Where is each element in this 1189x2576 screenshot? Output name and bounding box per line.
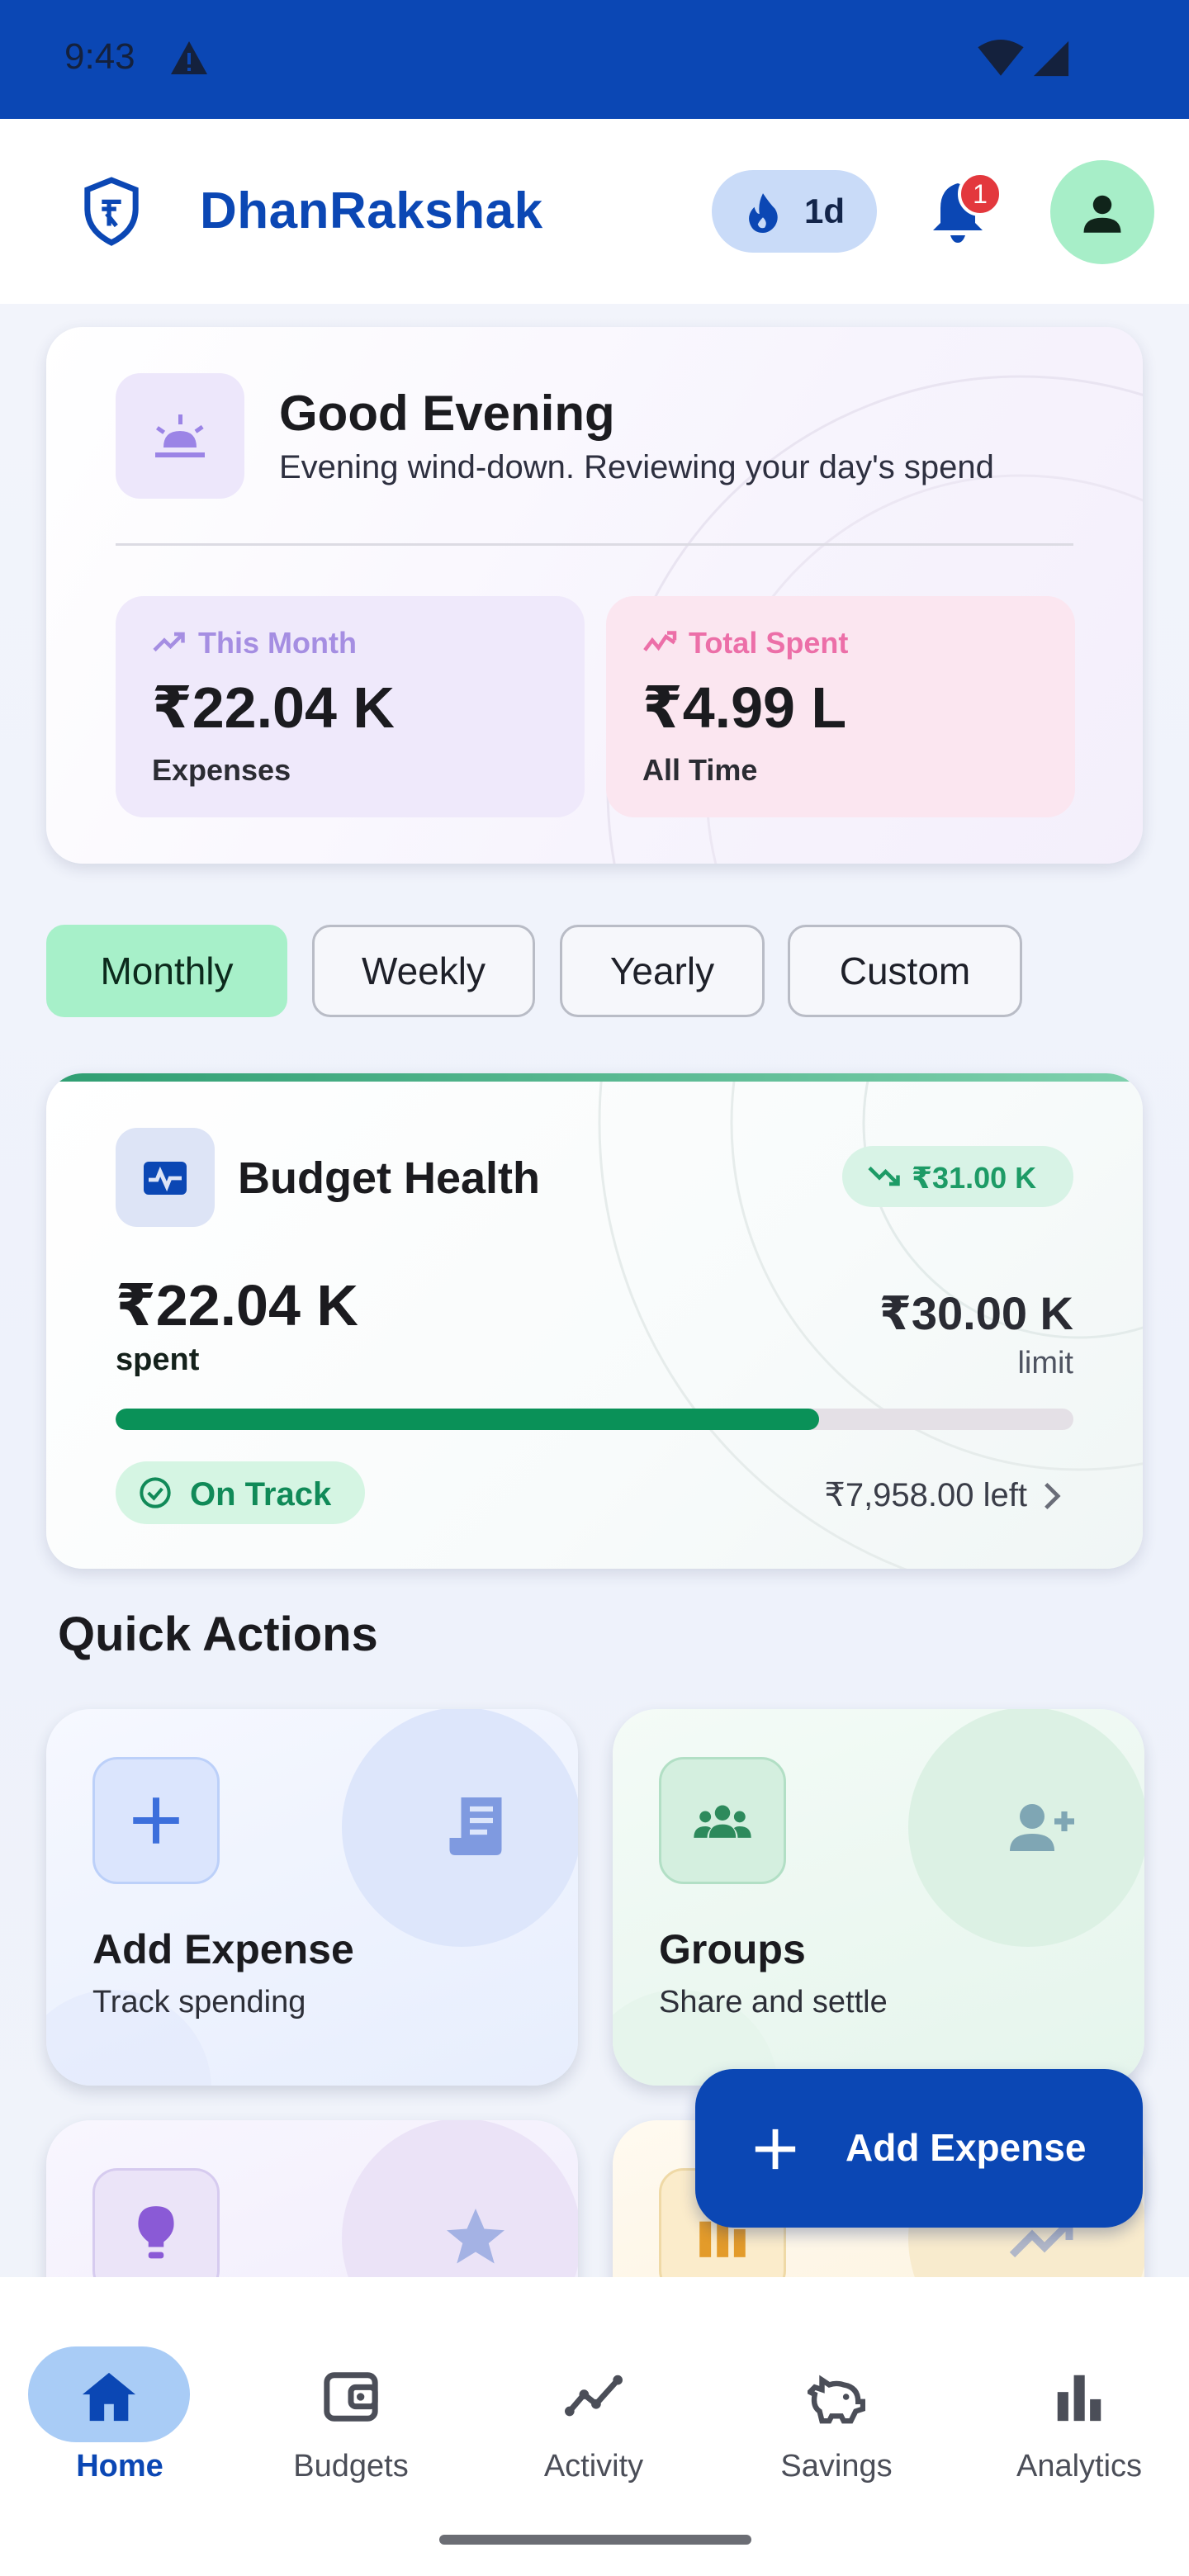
stat-caption: All Time bbox=[642, 753, 758, 787]
limit-amount: ₹30.00 K bbox=[879, 1287, 1073, 1339]
signal-icon bbox=[1033, 40, 1069, 77]
stat-caption: Expenses bbox=[152, 753, 291, 787]
trend-amount: ₹31.00 K bbox=[912, 1161, 1037, 1195]
status-badge: On Track bbox=[116, 1461, 365, 1524]
nav-home[interactable]: Home bbox=[0, 2312, 239, 2484]
wallet-icon bbox=[324, 2372, 378, 2422]
add-expense-action[interactable]: Add Expense Track spending bbox=[46, 1709, 578, 2086]
filter-weekly[interactable]: Weekly bbox=[312, 925, 535, 1017]
quick-actions-title: Quick Actions bbox=[58, 1608, 378, 1661]
stat-value: ₹4.99 L bbox=[642, 675, 847, 740]
budget-title: Budget Health bbox=[238, 1153, 541, 1203]
person-icon bbox=[1083, 195, 1121, 233]
receipt-icon bbox=[449, 1797, 502, 1855]
action-subtitle: Share and settle bbox=[659, 1985, 888, 2020]
budget-trend-pill: ₹31.00 K bbox=[842, 1146, 1073, 1207]
lightbulb-icon bbox=[138, 2206, 174, 2259]
divider bbox=[116, 543, 1073, 546]
stat-label: Total Spent bbox=[689, 626, 849, 660]
filter-monthly[interactable]: Monthly bbox=[46, 925, 287, 1017]
add-expense-fab[interactable]: Add Expense bbox=[695, 2069, 1143, 2228]
filter-yearly[interactable]: Yearly bbox=[560, 925, 765, 1017]
notification-badge: 1 bbox=[958, 172, 1002, 216]
sunset-icon-box bbox=[116, 373, 244, 499]
groups-icon bbox=[694, 1805, 751, 1838]
activity-icon bbox=[565, 2375, 623, 2417]
action-title: Groups bbox=[659, 1926, 806, 1972]
greeting-card: Good Evening Evening wind-down. Reviewin… bbox=[46, 327, 1143, 864]
action-subtitle: Track spending bbox=[92, 1985, 306, 2020]
fab-label: Add Expense bbox=[846, 2126, 1087, 2169]
spent-label: spent bbox=[116, 1342, 200, 1377]
budget-icon-box bbox=[116, 1128, 215, 1227]
trending-up-icon bbox=[153, 632, 185, 652]
groups-icon-box bbox=[659, 1757, 786, 1884]
star-icon bbox=[447, 2209, 504, 2264]
nav-label: Analytics bbox=[1016, 2449, 1143, 2484]
filter-custom[interactable]: Custom bbox=[788, 925, 1022, 1017]
warning-icon bbox=[171, 41, 207, 74]
home-content[interactable]: Good Evening Evening wind-down. Reviewin… bbox=[0, 304, 1189, 2277]
wifi-icon bbox=[978, 40, 1024, 76]
status-text: On Track bbox=[190, 1476, 332, 1513]
total-spent-stat[interactable]: Total Spent ₹4.99 L All Time bbox=[606, 596, 1075, 817]
monitor-heart-icon bbox=[144, 1162, 187, 1195]
plus-icon bbox=[755, 2129, 796, 2170]
nav-label: Savings bbox=[780, 2449, 893, 2484]
insights-action[interactable] bbox=[46, 2120, 578, 2277]
check-circle-icon bbox=[140, 1477, 171, 1508]
chevron-right-icon[interactable] bbox=[1040, 1481, 1063, 1511]
greeting-subtitle: Evening wind-down. Reviewing your day's … bbox=[279, 449, 994, 485]
spent-amount: ₹22.04 K bbox=[116, 1273, 358, 1338]
nav-budgets[interactable]: Budgets bbox=[231, 2312, 471, 2484]
bottom-navigation: Home Budgets Activity Savings Analytics bbox=[0, 2277, 1189, 2576]
nav-label: Budgets bbox=[293, 2449, 409, 2484]
chart-line-icon bbox=[643, 631, 677, 651]
flame-icon bbox=[749, 193, 778, 233]
home-icon bbox=[82, 2372, 136, 2422]
nav-analytics[interactable]: Analytics bbox=[959, 2312, 1189, 2484]
person-add-icon bbox=[1010, 1804, 1074, 1851]
sunset-icon bbox=[155, 414, 205, 457]
nav-label: Home bbox=[76, 2449, 163, 2484]
budget-accent-bar bbox=[46, 1073, 1143, 1082]
groups-action[interactable]: Groups Share and settle bbox=[613, 1709, 1144, 2086]
budget-health-card[interactable]: Budget Health ₹31.00 K ₹22.04 K spent ₹3… bbox=[46, 1073, 1143, 1569]
add-icon-box bbox=[92, 1757, 220, 1884]
stat-label: This Month bbox=[198, 626, 357, 660]
limit-label: limit bbox=[1017, 1346, 1073, 1380]
greeting-title: Good Evening bbox=[279, 386, 615, 441]
piggy-bank-icon bbox=[808, 2375, 865, 2424]
this-month-stat[interactable]: This Month ₹22.04 K Expenses bbox=[116, 596, 585, 817]
plus-icon bbox=[133, 1797, 179, 1844]
app-title: DhanRakshak bbox=[200, 182, 543, 239]
budget-progress-track bbox=[116, 1409, 1073, 1430]
action-title: Add Expense bbox=[92, 1926, 354, 1972]
nav-label: Activity bbox=[543, 2449, 644, 2484]
budget-left-amount[interactable]: ₹7,958.00 left bbox=[824, 1476, 1027, 1514]
lightbulb-icon-box bbox=[92, 2168, 220, 2277]
streak-chip[interactable]: 1d bbox=[712, 170, 877, 253]
stat-value: ₹22.04 K bbox=[152, 675, 395, 740]
nav-activity[interactable]: Activity bbox=[474, 2312, 713, 2484]
home-indicator[interactable] bbox=[439, 2535, 751, 2545]
streak-text: 1d bbox=[804, 192, 846, 230]
nav-savings[interactable]: Savings bbox=[717, 2312, 956, 2484]
avatar[interactable] bbox=[1050, 160, 1154, 264]
trending-down-icon bbox=[868, 1166, 900, 1186]
app-bar: DhanRakshak 1d 1 bbox=[0, 119, 1189, 304]
shield-logo-icon bbox=[84, 177, 139, 246]
budget-progress-fill bbox=[116, 1409, 820, 1430]
status-time: 9:43 bbox=[64, 36, 135, 77]
status-bar: 9:43 bbox=[0, 0, 1189, 119]
bar-chart-icon bbox=[1057, 2375, 1101, 2422]
